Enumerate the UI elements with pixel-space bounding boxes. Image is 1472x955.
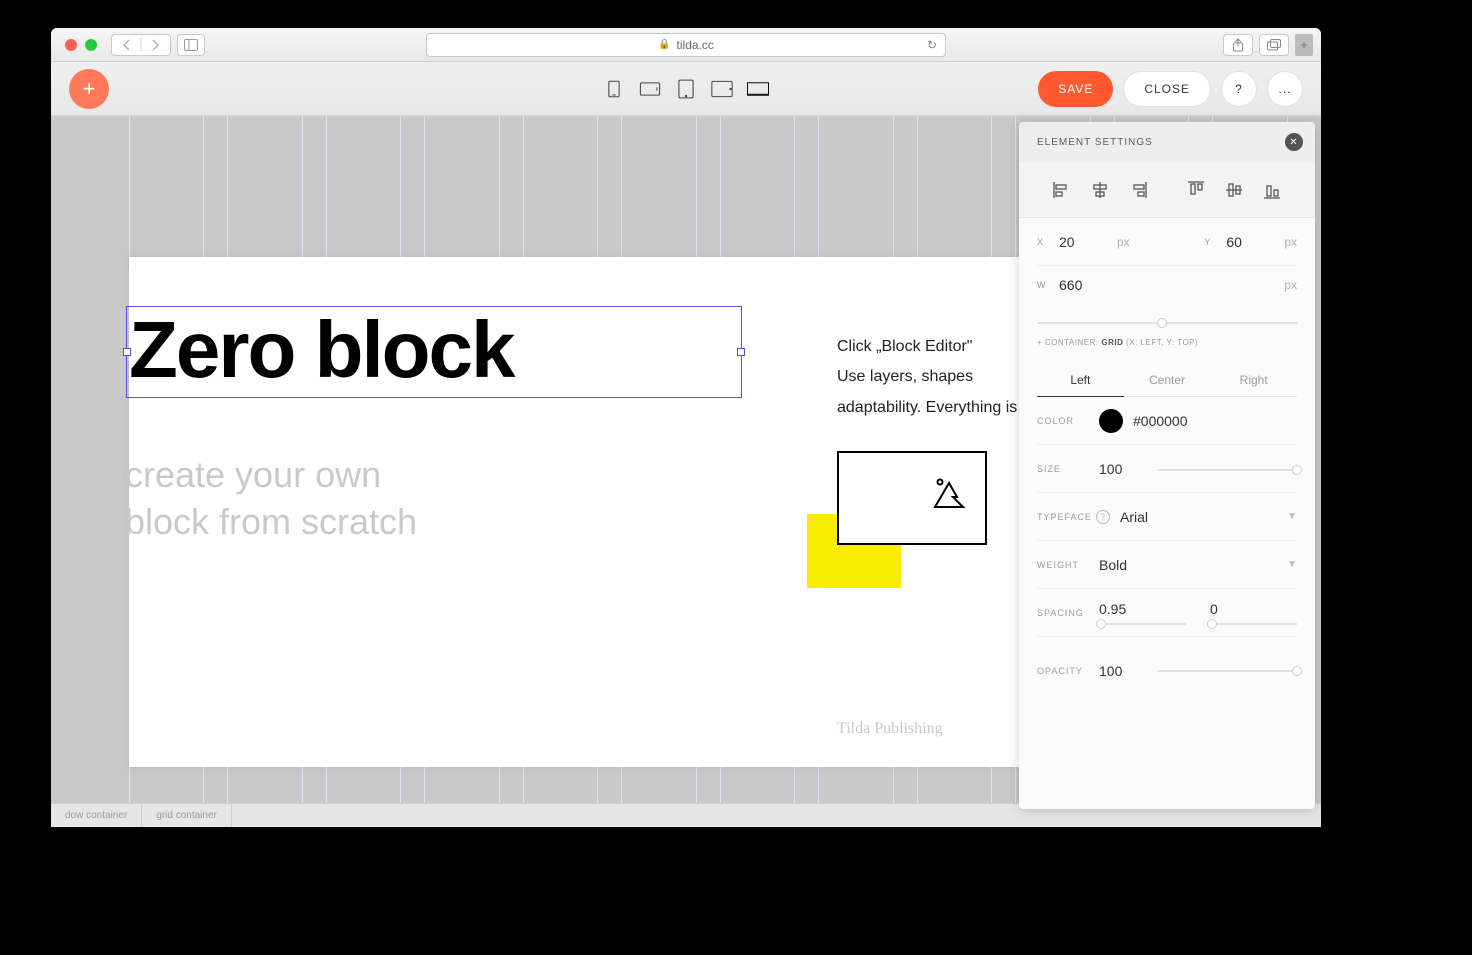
container-meta: + CONTAINER: GRID (X: LEFT, Y: TOP)	[1037, 324, 1297, 359]
w-label: W	[1037, 280, 1049, 290]
resize-handle-right[interactable]	[737, 348, 745, 356]
align-center-v-icon[interactable]	[1224, 180, 1244, 200]
tab-right[interactable]: Right	[1210, 363, 1297, 397]
zoom-window-icon[interactable]	[85, 39, 97, 51]
resize-handle-left[interactable]	[123, 348, 131, 356]
typeface-select[interactable]: Arial▼	[1120, 509, 1297, 525]
spacing-slider-2[interactable]	[1210, 623, 1297, 625]
align-center-h-icon[interactable]	[1090, 180, 1110, 200]
device-tablet-landscape-icon[interactable]	[711, 78, 733, 100]
weight-label: WEIGHT	[1037, 560, 1089, 570]
tab-center[interactable]: Center	[1124, 363, 1211, 397]
y-label: Y	[1204, 237, 1216, 247]
x-label: X	[1037, 237, 1049, 247]
color-swatch[interactable]	[1099, 409, 1123, 433]
tab-left[interactable]: Left	[1037, 363, 1124, 397]
size-row: SIZE	[1037, 445, 1297, 493]
typeface-row: TYPEFACE? Arial▼	[1037, 493, 1297, 541]
size-input[interactable]	[1099, 461, 1147, 477]
subheading-line-2: block from scratch	[125, 501, 417, 542]
panel-title: ELEMENT SETTINGS	[1037, 137, 1153, 148]
align-right-icon[interactable]	[1128, 180, 1148, 200]
w-input[interactable]	[1059, 277, 1107, 293]
device-mobile-portrait-icon[interactable]	[603, 78, 625, 100]
lock-icon: 🔒	[658, 39, 670, 50]
weight-select[interactable]: Bold▼	[1099, 557, 1297, 573]
help-button[interactable]: ?	[1221, 71, 1257, 107]
help-icon[interactable]: ?	[1096, 510, 1110, 524]
sidebar-toggle-icon[interactable]	[177, 34, 205, 56]
browser-nav	[111, 34, 205, 56]
toolbar-actions: SAVE CLOSE ? ...	[1038, 71, 1303, 107]
color-input[interactable]	[1133, 413, 1213, 429]
width-slider[interactable]	[1037, 322, 1297, 324]
device-desktop-icon[interactable]	[747, 78, 769, 100]
share-icon[interactable]	[1223, 34, 1253, 56]
size-label: SIZE	[1037, 464, 1089, 474]
size-slider[interactable]	[1157, 469, 1297, 471]
window-controls	[65, 39, 97, 51]
reload-icon[interactable]: ↻	[927, 38, 937, 52]
status-item-window[interactable]: dow container	[51, 804, 142, 827]
y-input[interactable]	[1226, 234, 1274, 250]
align-bottom-icon[interactable]	[1262, 180, 1282, 200]
opacity-row: OPACITY	[1037, 647, 1297, 695]
paragraph-line-1: Click „Block Editor"	[837, 338, 972, 355]
add-block-button[interactable]: +	[69, 69, 109, 109]
device-switcher	[603, 78, 769, 100]
image-placeholder[interactable]	[837, 451, 987, 545]
x-input[interactable]	[1059, 234, 1107, 250]
w-unit: px	[1284, 278, 1297, 292]
spacing-label: SPACING	[1037, 608, 1089, 618]
browser-chrome: 🔒 tilda.cc ↻ +	[51, 28, 1321, 62]
panel-close-button[interactable]: ✕	[1285, 133, 1303, 151]
close-window-icon[interactable]	[65, 39, 77, 51]
address-bar[interactable]: 🔒 tilda.cc ↻	[426, 33, 946, 57]
device-mobile-landscape-icon[interactable]	[639, 78, 661, 100]
opacity-label: OPACITY	[1037, 666, 1089, 676]
align-left-icon[interactable]	[1052, 180, 1072, 200]
url-text: tilda.cc	[677, 38, 714, 52]
opacity-input[interactable]	[1099, 663, 1147, 679]
credit-text[interactable]: Tilda Publishing	[837, 720, 943, 738]
weight-row: WEIGHT Bold▼	[1037, 541, 1297, 589]
device-tablet-portrait-icon[interactable]	[675, 78, 697, 100]
subheading-text[interactable]: create your own block from scratch	[125, 452, 417, 546]
image-icon	[931, 471, 971, 511]
color-label: COLOR	[1037, 416, 1089, 426]
spacing-input-2[interactable]	[1210, 601, 1258, 617]
y-unit: px	[1284, 235, 1297, 249]
status-item-grid[interactable]: grid container	[142, 804, 232, 827]
panel-header: ELEMENT SETTINGS ✕	[1019, 122, 1315, 162]
align-top-icon[interactable]	[1186, 180, 1206, 200]
new-tab-button[interactable]: +	[1295, 34, 1313, 56]
color-row: COLOR	[1037, 397, 1297, 445]
x-unit: px	[1117, 235, 1130, 249]
element-settings-panel: ELEMENT SETTINGS ✕ X px Y	[1019, 122, 1315, 809]
selection-box[interactable]	[126, 306, 742, 398]
panel-body: X px Y px W px + CONTAINER: GRID (X: LEF…	[1019, 218, 1315, 809]
paragraph-line-2: Use layers, shapes	[837, 368, 973, 385]
spacing-input-1[interactable]	[1099, 601, 1147, 617]
opacity-slider[interactable]	[1157, 670, 1297, 672]
tabs-icon[interactable]	[1259, 34, 1289, 56]
chevron-down-icon: ▼	[1287, 559, 1297, 570]
back-forward-group[interactable]	[111, 34, 171, 56]
spacing-row: SPACING	[1037, 589, 1297, 637]
more-button[interactable]: ...	[1267, 71, 1303, 107]
subheading-line-1: create your own	[125, 454, 381, 495]
alignment-controls	[1019, 162, 1315, 218]
close-button[interactable]: CLOSE	[1123, 71, 1211, 107]
app-toolbar: + SAVE CLOSE ? ...	[51, 62, 1321, 116]
save-button[interactable]: SAVE	[1038, 71, 1113, 107]
chevron-down-icon: ▼	[1287, 511, 1297, 522]
breakpoint-tabs: Left Center Right	[1037, 363, 1297, 397]
typeface-label: TYPEFACE?	[1037, 510, 1110, 524]
width-row: W px	[1037, 266, 1297, 304]
spacing-slider-1[interactable]	[1099, 623, 1186, 625]
browser-window: 🔒 tilda.cc ↻ + + SAVE CLOSE ? ...	[51, 28, 1321, 827]
position-xy-row: X px Y px	[1037, 218, 1297, 266]
